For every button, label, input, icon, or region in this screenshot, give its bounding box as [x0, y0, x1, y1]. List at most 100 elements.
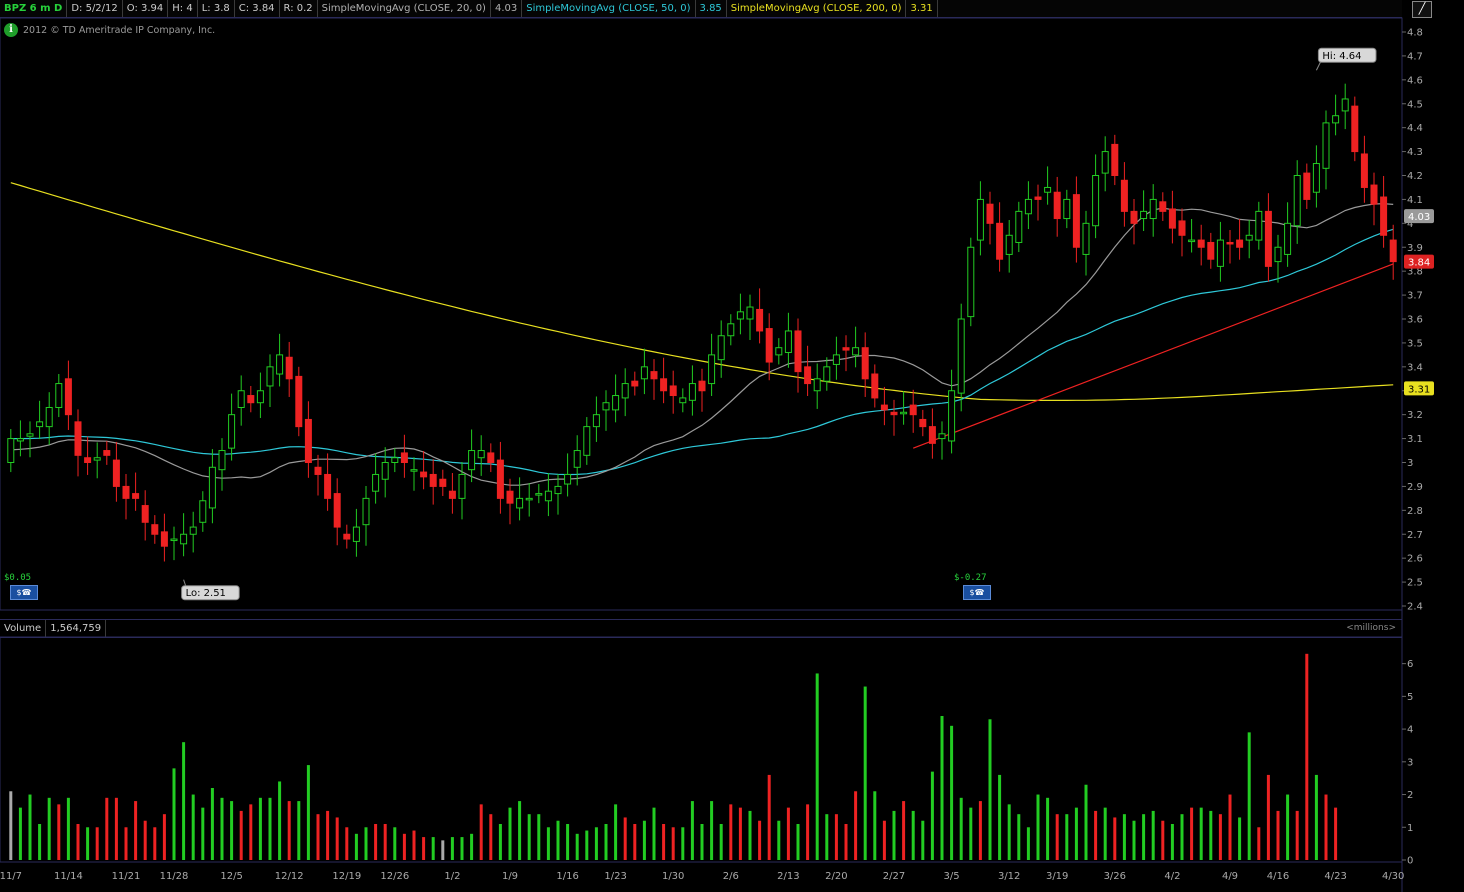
volume-bar [134, 801, 138, 860]
volume-bar [786, 807, 790, 860]
candle-up [1149, 198, 1157, 220]
volume-bar [1132, 820, 1136, 860]
volume-bar [1142, 814, 1146, 860]
volume-bar [374, 824, 378, 860]
volume-bar [479, 804, 483, 860]
volume-bar [863, 686, 867, 860]
volume-bar [1314, 774, 1318, 860]
candle-down [698, 380, 706, 392]
candle-down [756, 308, 764, 332]
candle-up [468, 450, 476, 471]
candle-down [487, 452, 495, 463]
volume-bar [959, 797, 963, 860]
candle-up [727, 323, 735, 337]
candle-down [804, 366, 812, 385]
candle-up [813, 378, 821, 392]
candle-up [199, 500, 207, 523]
candle-down [439, 478, 447, 487]
volume-bar [393, 827, 397, 860]
candle-down [928, 426, 936, 444]
volume-bar [143, 820, 147, 860]
volume-bar [604, 824, 608, 860]
volume-bar [873, 791, 877, 860]
price-tick-label: 4.1 [1407, 195, 1423, 206]
price-volume-chart[interactable]: 4.84.74.64.54.44.34.24.143.93.83.73.63.5… [0, 0, 1464, 892]
volume-bar [287, 801, 291, 860]
candle-up [1140, 210, 1148, 220]
candle-down [74, 421, 82, 456]
candle-up [535, 493, 543, 496]
price-tick-label: 4.7 [1407, 51, 1423, 62]
candle-down [112, 459, 120, 487]
volume-bar [729, 804, 733, 860]
sma200-last-tag-text: 3.31 [1408, 384, 1430, 395]
price-tick-label: 2.7 [1407, 530, 1423, 541]
candle-up [957, 318, 965, 394]
sma20-last-tag-text: 4.03 [1408, 212, 1430, 223]
candle-down [669, 385, 677, 397]
volume-bar [527, 814, 531, 860]
price-tick-label: 3.9 [1407, 243, 1423, 254]
candle-up [525, 497, 533, 501]
volume-bar [335, 817, 339, 860]
date-tick-label: 11/21 [112, 871, 141, 882]
candle-up [621, 383, 629, 399]
volume-bar [1113, 817, 1117, 860]
volume-bar [220, 797, 224, 860]
candle-down [84, 457, 92, 464]
date-tick-label: 1/2 [444, 871, 460, 882]
candle-up [237, 390, 245, 408]
volume-bar [1161, 820, 1165, 860]
volume-bar [86, 827, 90, 860]
candle-up [852, 347, 860, 356]
candle-down [765, 328, 773, 363]
candle-up [1312, 163, 1320, 193]
volume-bar [441, 840, 445, 860]
date-tick-label: 12/12 [275, 871, 304, 882]
candle-down [333, 493, 341, 528]
candle-down [64, 378, 72, 416]
date-tick-label: 4/23 [1324, 871, 1346, 882]
price-tick-label: 4.3 [1407, 147, 1423, 158]
volume-bar [460, 837, 464, 860]
candle-down [631, 380, 639, 387]
candle-up [602, 402, 610, 411]
volume-bar [1084, 784, 1088, 860]
volume-bar [431, 837, 435, 860]
volume-bar [383, 824, 387, 860]
volume-bar [978, 801, 982, 860]
candle-up [1341, 98, 1349, 112]
candle-down [1351, 105, 1359, 153]
volume-bar [1180, 814, 1184, 860]
candle-up [189, 526, 197, 535]
candle-down [506, 490, 514, 504]
candle-down [1226, 241, 1234, 245]
date-tick-label: 1/9 [502, 871, 518, 882]
candle-up [516, 497, 524, 509]
candle-up [26, 433, 34, 437]
volume-bar [9, 791, 13, 860]
volume-bar [38, 824, 42, 860]
date-tick-label: 3/12 [998, 871, 1020, 882]
candle-down [1168, 208, 1176, 229]
candle-up [1082, 222, 1090, 255]
volume-bar [662, 824, 666, 860]
price-tick-label: 4.5 [1407, 99, 1423, 110]
volume-bar [498, 824, 502, 860]
candle-up [391, 457, 399, 464]
volume-bar [153, 827, 157, 860]
candle-up [1005, 234, 1013, 255]
candle-up [967, 246, 975, 318]
candle-down [880, 404, 888, 411]
candle-up [1255, 210, 1263, 241]
volume-bar [1094, 810, 1098, 860]
price-tick-label: 4.6 [1407, 75, 1423, 86]
volume-bar [825, 814, 829, 860]
volume-bar [777, 820, 781, 860]
trend-line [912, 263, 1394, 449]
candle-up [1332, 115, 1340, 124]
volume-bar [1305, 653, 1309, 860]
volume-bar [278, 781, 282, 860]
candle-up [564, 473, 572, 485]
candle-up [948, 390, 956, 442]
